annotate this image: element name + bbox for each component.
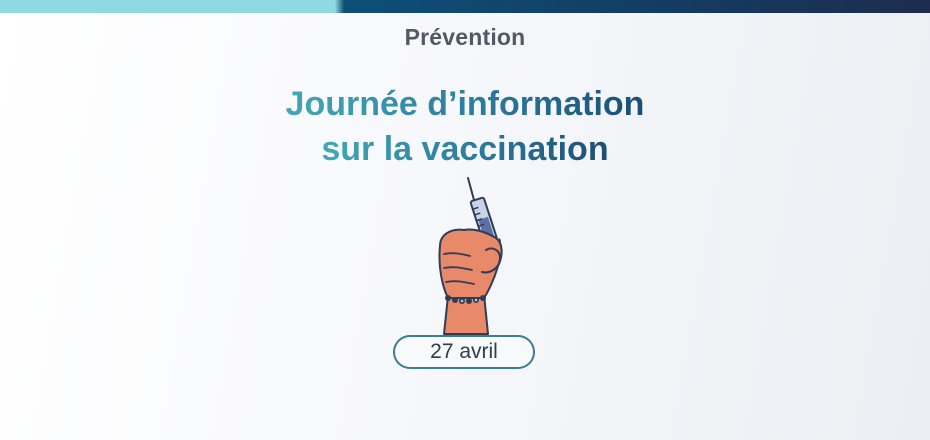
category-label: Prévention: [404, 24, 526, 50]
page-title-line-1: Journée d’information: [286, 82, 645, 127]
page-title-line-2: sur la vaccination: [321, 127, 608, 172]
hand-holding-syringe-icon: [430, 176, 520, 336]
event-date-text: 27 avril: [430, 340, 498, 363]
page-title: Journée d’information sur la vaccination: [0, 82, 930, 172]
event-date-badge: 27 avril: [393, 335, 535, 369]
top-banner-bar: [0, 0, 930, 13]
